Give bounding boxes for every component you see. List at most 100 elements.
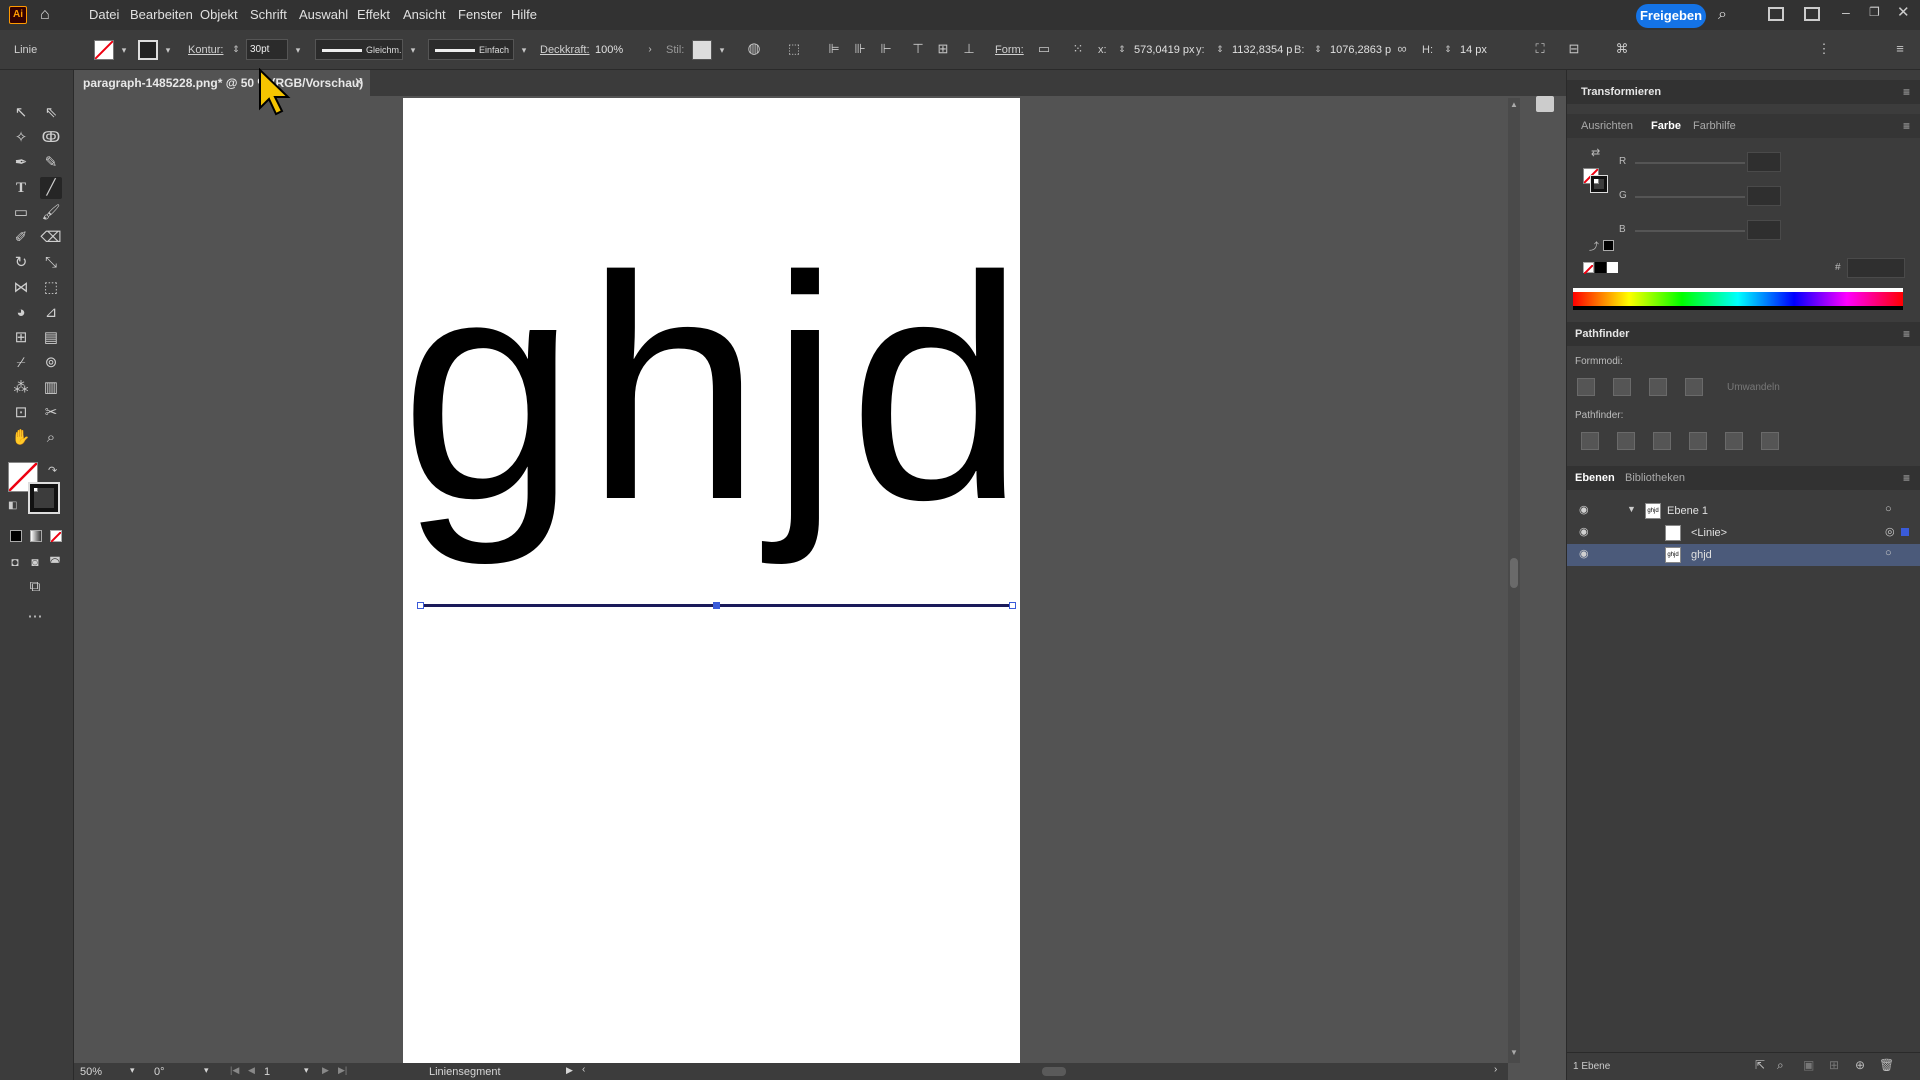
stroke-indicator[interactable] (28, 482, 60, 514)
zoom-dropdown-icon[interactable]: ▾ (130, 1065, 135, 1076)
y-value[interactable]: 1132,8354 p (1232, 44, 1292, 56)
style-dropdown-icon[interactable]: ▾ (714, 42, 730, 58)
pathfinder-panel-header[interactable]: Pathfinder ≡ (1567, 322, 1920, 346)
draw-inside-icon[interactable]: ◚ (44, 551, 66, 573)
divide-button[interactable] (1581, 432, 1599, 450)
width-value[interactable]: 1076,2863 p (1330, 44, 1391, 56)
line-anchor-right[interactable] (1009, 602, 1016, 609)
black-swatch-2[interactable] (1595, 262, 1606, 273)
height-stepper-icon[interactable]: ⇕ (1440, 41, 1456, 57)
export-icon[interactable]: ⇱ (1755, 1058, 1765, 1072)
pen-tool-icon[interactable]: ✒ (10, 152, 32, 174)
align-middle-icon[interactable]: ⊞ (935, 41, 951, 57)
width-tool-icon[interactable]: ⋈ (10, 277, 32, 299)
visibility-eye-icon[interactable]: ◉ (1579, 505, 1593, 516)
scroll-up-icon[interactable]: ▲ (1510, 100, 1518, 109)
brush-dropdown-icon[interactable]: ▾ (516, 42, 532, 58)
blend-tool-icon[interactable]: ⊚ (40, 352, 62, 374)
shape-builder-tool-icon[interactable]: ◕ (10, 302, 32, 324)
visibility-eye-icon[interactable]: ◉ (1579, 549, 1593, 560)
menu-hilfe[interactable]: Hilfe (511, 7, 537, 22)
comments-icon[interactable] (1536, 96, 1554, 112)
link-proportions-icon[interactable]: ∞ (1394, 41, 1410, 57)
locate-object-icon[interactable]: ⌕ (1777, 1058, 1784, 1073)
intersect-button[interactable] (1649, 378, 1667, 396)
control-bar-panel-icon[interactable]: ≡ (1892, 41, 1908, 57)
trim-button[interactable] (1617, 432, 1635, 450)
layer-name[interactable]: ghjd (1691, 549, 1712, 561)
channel-r-field[interactable] (1747, 152, 1781, 172)
rotate-tool-icon[interactable]: ↻ (10, 252, 32, 274)
minus-front-button[interactable] (1613, 378, 1631, 396)
control-bar-more-icon[interactable]: ⋮ (1816, 41, 1832, 57)
rotation-dropdown-icon[interactable]: ▾ (204, 1065, 209, 1076)
stroke-weight-input[interactable] (246, 39, 288, 60)
rotation-value[interactable]: 0° (154, 1066, 165, 1078)
shaper-tool-icon[interactable]: ✐ (10, 227, 32, 249)
slice-tool-icon[interactable]: ✂ (40, 402, 62, 424)
tab-bibliotheken[interactable]: Bibliotheken (1625, 472, 1685, 484)
last-artboard-icon[interactable]: ▶| (338, 1065, 347, 1076)
tab-ausrichten[interactable]: Ausrichten (1581, 120, 1633, 132)
align-top-icon[interactable]: ⊤ (910, 41, 926, 57)
align-bottom-icon[interactable]: ⊥ (961, 41, 977, 57)
direct-selection-tool-icon[interactable]: ⇖ (40, 102, 62, 124)
vertical-scrollbar[interactable]: ▲ ▼ (1508, 98, 1520, 1063)
next-artboard-icon[interactable]: ▶ (322, 1065, 329, 1076)
workspace-icon[interactable] (1768, 7, 1784, 21)
close-tab-icon[interactable]: ✕ (354, 75, 364, 89)
stroke-swatch[interactable] (138, 40, 158, 60)
search-icon[interactable]: ⌕ (1718, 6, 1727, 24)
column-graph-tool-icon[interactable]: ▥ (40, 377, 62, 399)
arrange-icon[interactable] (1804, 7, 1820, 21)
y-stepper-icon[interactable]: ⇕ (1212, 41, 1228, 57)
mesh-tool-icon[interactable]: ⊞ (10, 327, 32, 349)
color-stroke-indicator[interactable] (1590, 175, 1608, 193)
puppet-warp-icon[interactable]: ⌘ (1614, 41, 1630, 57)
layer-name[interactable]: Ebene 1 (1667, 505, 1708, 517)
pathfinder-menu-icon[interactable]: ≡ (1903, 327, 1910, 341)
scale-tool-icon[interactable]: ⤡ (40, 252, 62, 274)
scroll-thumb[interactable] (1510, 558, 1518, 588)
shape-bounds-icon[interactable]: ▭ (1036, 41, 1052, 57)
merge-button[interactable] (1653, 432, 1671, 450)
white-swatch[interactable] (1607, 262, 1618, 273)
expand-button[interactable]: Umwandeln (1727, 382, 1780, 393)
maximize-icon[interactable]: ❐ (1869, 5, 1880, 19)
x-stepper-icon[interactable]: ⇕ (1114, 41, 1130, 57)
canvas-text-ghjd[interactable]: ghjd (400, 230, 1033, 548)
minimize-icon[interactable]: – (1842, 4, 1850, 20)
reference-point-icon[interactable]: ⁙ (1070, 41, 1086, 57)
stroke-dropdown-icon[interactable]: ▾ (160, 42, 176, 58)
channel-r-slider[interactable] (1635, 162, 1745, 164)
none-swatch[interactable] (1583, 262, 1594, 275)
clipping-mask-icon[interactable]: ▣ (1803, 1058, 1814, 1072)
opacity-value[interactable]: 100% (595, 44, 623, 56)
line-segment-tool-icon[interactable]: ╱ (40, 177, 62, 199)
menu-fenster[interactable]: Fenster (458, 7, 502, 22)
draw-normal-icon[interactable]: ◘ (4, 551, 26, 573)
channel-g-field[interactable] (1747, 186, 1781, 206)
default-colors-icon[interactable]: ◧ (8, 500, 17, 511)
distribute-icon[interactable]: ⊟ (1566, 41, 1582, 57)
home-icon[interactable]: ⌂ (40, 6, 58, 24)
fill-dropdown-icon[interactable]: ▾ (116, 42, 132, 58)
share-button[interactable]: Freigeben (1636, 4, 1706, 28)
outline-button[interactable] (1725, 432, 1743, 450)
new-layer-icon[interactable]: ⊕ (1855, 1058, 1865, 1072)
none-mode-icon[interactable] (50, 530, 62, 543)
transform-panel-header[interactable]: Transformieren ≡ (1567, 80, 1920, 104)
curvature-tool-icon[interactable]: ✎ (40, 152, 62, 174)
layers-menu-icon[interactable]: ≡ (1903, 471, 1910, 485)
align-left-icon[interactable]: ⊫ (826, 41, 842, 57)
layer-name[interactable]: <Linie> (1691, 527, 1727, 539)
layer-row-linie[interactable]: ◉ <Linie> ◎ (1567, 522, 1920, 544)
draw-behind-icon[interactable]: ◙ (24, 551, 46, 573)
tab-farbhilfe[interactable]: Farbhilfe (1693, 120, 1736, 132)
menu-effekt[interactable]: Effekt (357, 7, 390, 22)
opacity-arrow-icon[interactable]: › (642, 42, 658, 58)
rectangle-tool-icon[interactable]: ▭ (10, 202, 32, 224)
target-circle-icon[interactable]: ○ (1885, 547, 1892, 559)
width-stepper-icon[interactable]: ⇕ (1310, 41, 1326, 57)
color-spectrum[interactable] (1573, 288, 1903, 310)
